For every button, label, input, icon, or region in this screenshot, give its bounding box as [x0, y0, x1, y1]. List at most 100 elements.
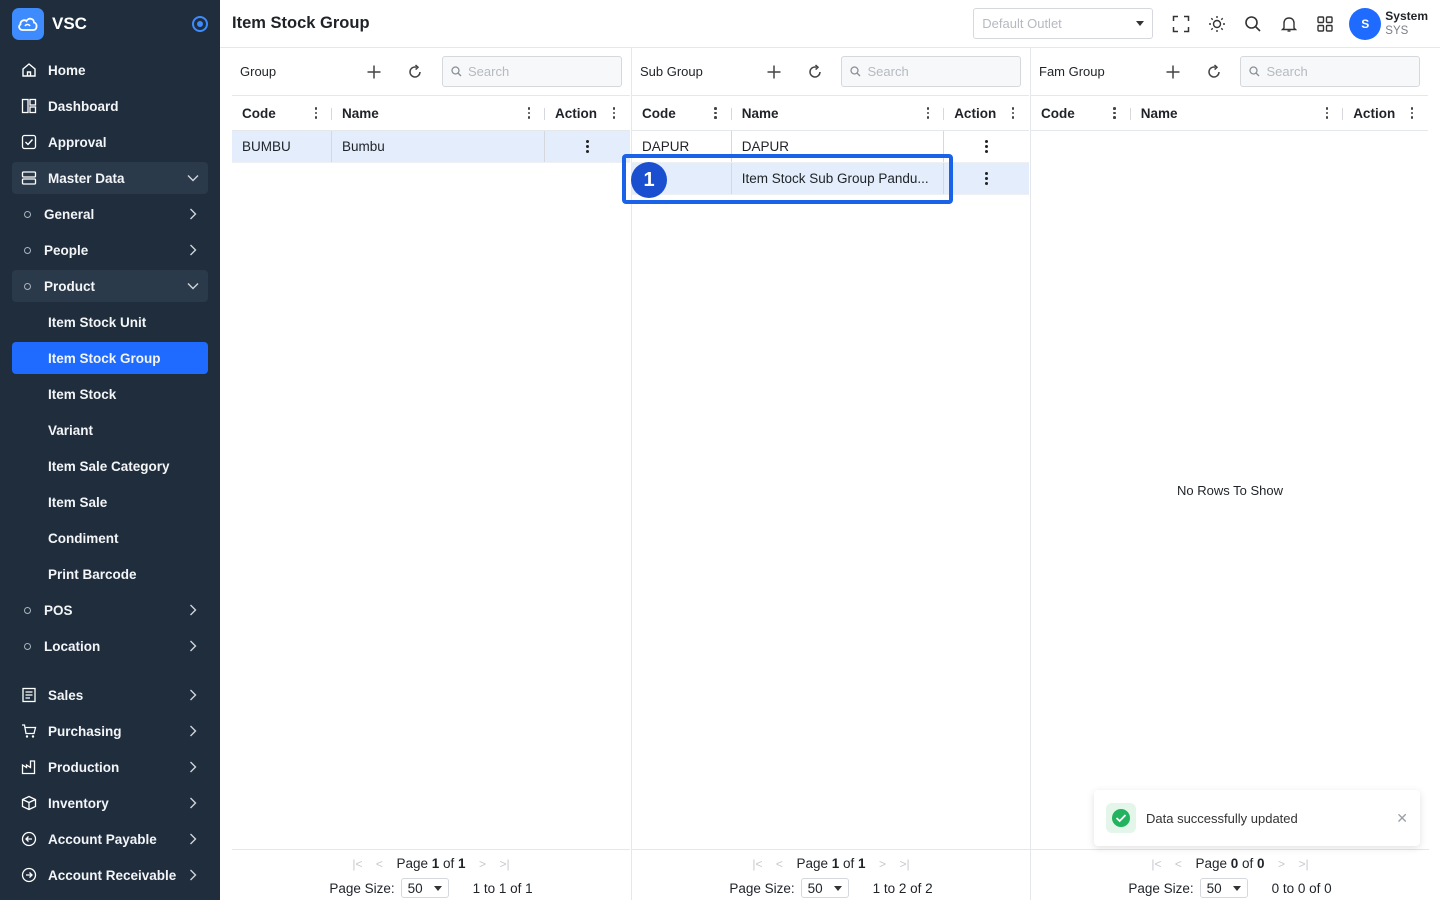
- sidebar-item-inventory[interactable]: Inventory: [12, 787, 208, 819]
- sidebar-item-sales[interactable]: Sales: [12, 679, 208, 711]
- sidebar-item-home[interactable]: Home: [12, 54, 208, 86]
- page-size-label: Page Size:: [729, 880, 795, 896]
- refresh-button[interactable]: [1200, 58, 1228, 86]
- page-size-select[interactable]: 50: [800, 878, 849, 898]
- theme-toggle-button[interactable]: [1199, 6, 1235, 42]
- fullscreen-button[interactable]: [1163, 6, 1199, 42]
- column-menu-icon[interactable]: [922, 107, 934, 119]
- sidebar-item-approval[interactable]: Approval: [12, 126, 208, 158]
- search-input[interactable]: Search: [1240, 56, 1420, 87]
- sidebar-item-label: Sales: [48, 687, 84, 703]
- app-name: VSC: [52, 14, 87, 33]
- grid-header: Code Name Action: [232, 95, 630, 131]
- refresh-button[interactable]: [801, 58, 829, 86]
- last-page-icon[interactable]: >|: [894, 857, 916, 871]
- sidebar-item-master-data[interactable]: Master Data: [12, 162, 208, 194]
- next-page-icon[interactable]: >: [872, 857, 894, 871]
- sidebar-item-production[interactable]: Production: [12, 751, 208, 783]
- column-menu-icon[interactable]: [310, 107, 322, 119]
- column-header-action[interactable]: Action: [545, 96, 630, 130]
- notifications-button[interactable]: [1271, 6, 1307, 42]
- column-menu-icon[interactable]: [710, 107, 722, 119]
- row-action-button[interactable]: [545, 131, 630, 162]
- column-header-name[interactable]: Name: [332, 96, 545, 130]
- sidebar-item-label: Approval: [48, 134, 107, 150]
- sidebar-item-item-stock[interactable]: Item Stock: [12, 378, 208, 410]
- sidebar-item-item-sale[interactable]: Item Sale: [12, 486, 208, 518]
- search-placeholder: Search: [1266, 64, 1308, 79]
- sidebar-item-variant[interactable]: Variant: [12, 414, 208, 446]
- sidebar-item-item-stock-group[interactable]: Item Stock Group: [12, 342, 208, 374]
- sidebar-item-label: Variant: [48, 422, 94, 438]
- sidebar-item-item-sale-category[interactable]: Item Sale Category: [12, 450, 208, 482]
- arrow-left-circle-icon: [20, 830, 38, 848]
- refresh-icon: [409, 63, 421, 78]
- sidebar-item-location[interactable]: Location: [12, 630, 208, 662]
- column-menu-icon[interactable]: [608, 107, 620, 119]
- column-menu-icon[interactable]: [1321, 107, 1333, 119]
- group-panel: Group Search Code Name Action BUMBU Bumb…: [232, 48, 630, 900]
- sidebar-pin-toggle[interactable]: [192, 16, 208, 32]
- first-page-icon[interactable]: |<: [346, 857, 368, 871]
- column-header-action[interactable]: Action: [944, 96, 1029, 130]
- sidebar-item-dashboard[interactable]: Dashboard: [12, 90, 208, 122]
- last-page-icon[interactable]: >|: [494, 857, 516, 871]
- receipt-icon: [20, 686, 38, 704]
- first-page-icon[interactable]: |<: [1145, 857, 1167, 871]
- column-menu-icon[interactable]: [1406, 107, 1418, 119]
- prev-page-icon[interactable]: <: [768, 857, 790, 871]
- sidebar-item-condiment[interactable]: Condiment: [12, 522, 208, 554]
- grid-header: Code Name Action: [1031, 95, 1428, 131]
- column-header-code[interactable]: Code: [232, 96, 332, 130]
- prev-page-icon[interactable]: <: [368, 857, 390, 871]
- refresh-button[interactable]: [401, 58, 429, 86]
- column-header-action[interactable]: Action: [1343, 96, 1428, 130]
- sidebar-item-label: Item Stock Group: [48, 350, 161, 366]
- add-button[interactable]: [1159, 58, 1187, 86]
- column-menu-icon[interactable]: [1109, 107, 1121, 119]
- sidebar-item-general[interactable]: General: [12, 198, 208, 230]
- row-action-button[interactable]: [944, 131, 1029, 162]
- column-header-name[interactable]: Name: [732, 96, 945, 130]
- page-size-select[interactable]: 50: [1199, 878, 1248, 898]
- grid-header: Code Name Action: [632, 95, 1029, 131]
- sidebar-item-account-receivable[interactable]: Account Receivable: [12, 859, 208, 891]
- search-input[interactable]: Search: [442, 56, 622, 87]
- sidebar-item-print-barcode[interactable]: Print Barcode: [12, 558, 208, 590]
- column-header-code[interactable]: Code: [632, 96, 732, 130]
- sidebar-item-label: POS: [44, 602, 73, 618]
- sidebar-item-purchasing[interactable]: Purchasing: [12, 715, 208, 747]
- sidebar-item-label: Item Sale Category: [48, 458, 170, 474]
- column-header-name[interactable]: Name: [1131, 96, 1344, 130]
- user-name: System: [1385, 8, 1428, 23]
- sidebar-item-label: Print Barcode: [48, 566, 137, 582]
- next-page-icon[interactable]: >: [1271, 857, 1293, 871]
- add-button[interactable]: [760, 58, 788, 86]
- fullscreen-icon: [1173, 15, 1190, 32]
- search-input[interactable]: Search: [841, 56, 1021, 87]
- sidebar-item-label: Account Payable: [48, 831, 157, 847]
- close-icon[interactable]: ✕: [1396, 810, 1408, 827]
- column-menu-icon[interactable]: [523, 107, 535, 119]
- sidebar-item-people[interactable]: People: [12, 234, 208, 266]
- row-action-button[interactable]: [944, 163, 1029, 194]
- sidebar-item-account-payable[interactable]: Account Payable: [12, 823, 208, 855]
- column-label: Code: [642, 105, 676, 121]
- last-page-icon[interactable]: >|: [1293, 857, 1315, 871]
- outlet-select[interactable]: Default Outlet: [973, 8, 1154, 39]
- sidebar-item-pos[interactable]: POS: [12, 594, 208, 626]
- table-row[interactable]: BUMBU Bumbu: [232, 131, 630, 163]
- apps-button[interactable]: [1307, 6, 1343, 42]
- column-header-code[interactable]: Code: [1031, 96, 1131, 130]
- search-button[interactable]: [1235, 6, 1271, 42]
- next-page-icon[interactable]: >: [472, 857, 494, 871]
- sidebar-item-product[interactable]: Product: [12, 270, 208, 302]
- user-menu[interactable]: S System SYS: [1349, 7, 1428, 40]
- chevron-right-icon: [186, 639, 200, 653]
- page-size-select[interactable]: 50: [400, 878, 449, 898]
- sidebar-item-item-stock-unit[interactable]: Item Stock Unit: [12, 306, 208, 338]
- column-menu-icon[interactable]: [1007, 107, 1019, 119]
- prev-page-icon[interactable]: <: [1167, 857, 1189, 871]
- first-page-icon[interactable]: |<: [746, 857, 768, 871]
- add-button[interactable]: [360, 58, 388, 86]
